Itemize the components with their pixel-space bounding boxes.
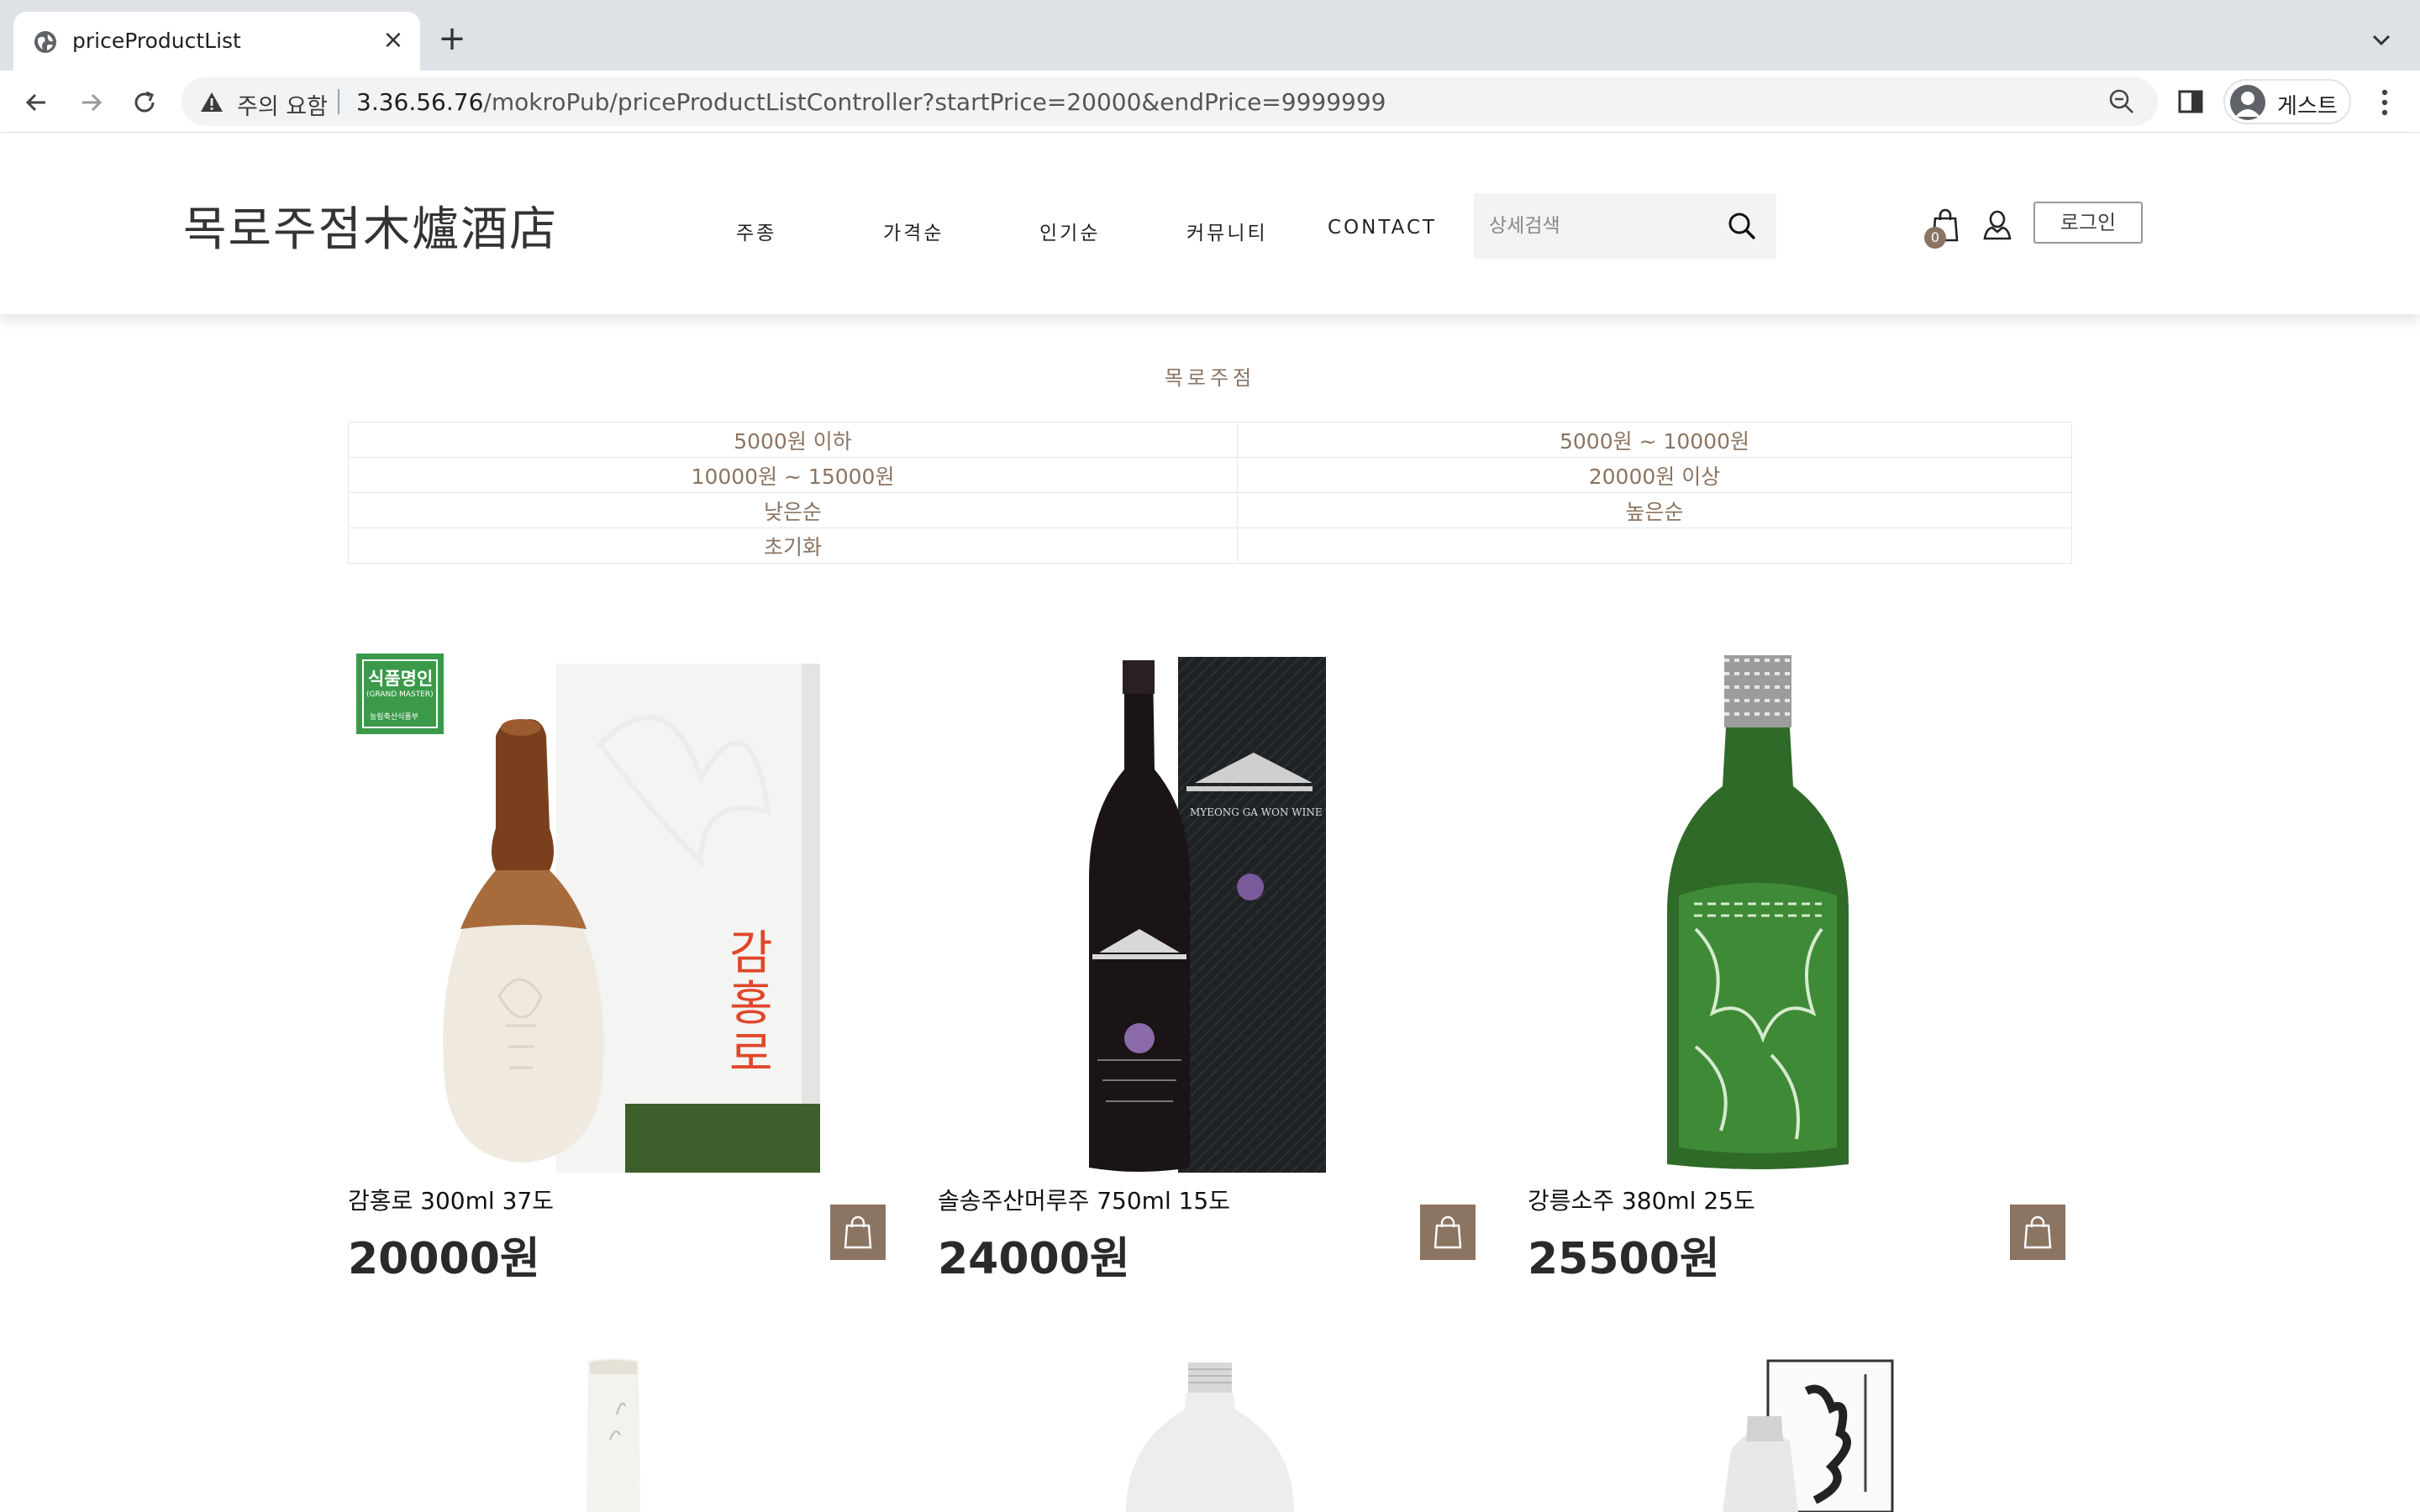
filter-10000-15000[interactable]: 10000원 ~ 15000원	[348, 457, 1238, 493]
login-button[interactable]: 로그인	[2033, 202, 2143, 244]
product-name[interactable]: 솔송주산머루주 750ml 15도	[938, 1183, 1230, 1216]
nav-item-liquor-type[interactable]: 주종	[736, 217, 776, 245]
nav-item-popular[interactable]: 인기순	[1039, 217, 1100, 245]
forward-arrow-icon[interactable]	[72, 84, 109, 121]
grand-master-badge-sub: (GRAND MASTER)	[366, 690, 434, 699]
table-row: 초기화	[348, 528, 2072, 564]
empty-cell	[1237, 528, 2072, 564]
site-header: 목로주점木爐酒店 주종 가격순 인기순 커뮤니티 CONTACT 0 로그인	[0, 133, 2420, 314]
profile-button[interactable]: 게스트	[2223, 79, 2351, 124]
product-image[interactable]	[348, 643, 886, 1173]
globe-icon	[34, 31, 56, 53]
product-price: 25500원	[1528, 1234, 1720, 1284]
more-vert-icon[interactable]	[2370, 86, 2400, 119]
nav-item-community[interactable]: 커뮤니티	[1186, 217, 1268, 245]
section-title: 목로주점	[1164, 366, 1256, 390]
browser-tabbar: priceProductList × +	[0, 0, 2420, 71]
back-arrow-icon[interactable]	[18, 84, 55, 121]
nav-item-price[interactable]: 가격순	[883, 217, 944, 245]
product-image[interactable]	[1528, 643, 2065, 1173]
search-icon[interactable]	[1726, 210, 1758, 242]
product-image[interactable]	[1706, 1357, 1907, 1512]
warning-icon[interactable]	[200, 91, 224, 113]
close-icon[interactable]: ×	[376, 24, 410, 57]
nav-item-contact[interactable]: CONTACT	[1328, 217, 1437, 239]
cart-count-badge: 0	[1924, 227, 1946, 249]
site-logo[interactable]: 목로주점木爐酒店	[183, 192, 558, 260]
product-label-text: 감홍로	[729, 927, 773, 1082]
shopping-bag-icon	[1434, 1215, 1462, 1249]
grand-master-badge: 식품명인	[368, 669, 434, 689]
divider	[338, 89, 339, 114]
product-card[interactable]: MYEONG GA WON WINE 솔송주산머루주 750ml 15도 240…	[938, 643, 1476, 1299]
add-to-cart-button[interactable]	[830, 1205, 886, 1260]
tab-title: priceProductList	[72, 29, 241, 53]
url-text[interactable]: 3.36.56.76/mokroPub/priceProductListCont…	[356, 88, 1386, 116]
table-row: 낮은순 높은순	[348, 492, 2072, 528]
add-to-cart-button[interactable]	[1420, 1205, 1476, 1260]
filter-under-5000[interactable]: 5000원 이하	[348, 422, 1238, 458]
sort-high-price[interactable]: 높은순	[1237, 492, 2072, 528]
plus-icon[interactable]: +	[434, 22, 471, 59]
profile-label: 게스트	[2277, 94, 2338, 119]
product-name[interactable]: 감홍로 300ml 37도	[348, 1183, 554, 1216]
search-input[interactable]	[1489, 208, 1716, 244]
address-bar[interactable]: 주의 요함 3.36.56.76/mokroPub/priceProductLi…	[182, 77, 2158, 126]
product-label-text: MYEONG GA WON WINE	[1190, 806, 1323, 818]
product-name[interactable]: 강릉소주 380ml 25도	[1528, 1183, 1755, 1216]
user-icon[interactable]	[1981, 207, 2013, 244]
sort-low-price[interactable]: 낮은순	[348, 492, 1238, 528]
table-row: 5000원 이하 5000원 ~ 10000원	[348, 422, 2072, 458]
browser-tab[interactable]: priceProductList ×	[13, 12, 420, 71]
product-image[interactable]	[1109, 1359, 1311, 1512]
product-image[interactable]	[555, 1356, 672, 1512]
product-price: 20000원	[348, 1234, 540, 1284]
zoom-icon[interactable]	[2107, 87, 2136, 116]
side-panel-icon[interactable]	[2176, 87, 2205, 116]
url-host: 3.36.56.76	[356, 88, 484, 116]
grand-master-badge-org: 농림축산식품부	[370, 713, 418, 722]
profile-icon	[2230, 85, 2265, 120]
chevron-down-icon[interactable]	[2366, 25, 2396, 55]
security-warning[interactable]: 주의 요함	[237, 88, 328, 121]
shopping-bag-icon	[2023, 1215, 2052, 1249]
url-path: /mokroPub/priceProductListController?sta…	[483, 88, 1386, 116]
filter-5000-10000[interactable]: 5000원 ~ 10000원	[1237, 422, 2072, 458]
table-row: 10000원 ~ 15000원 20000원 이상	[348, 457, 2072, 493]
reload-icon[interactable]	[126, 84, 163, 121]
product-image[interactable]	[938, 643, 1476, 1173]
product-card[interactable]: 강릉소주 380ml 25도 25500원	[1528, 643, 2065, 1299]
product-price: 24000원	[938, 1234, 1130, 1284]
add-to-cart-button[interactable]	[2010, 1205, 2065, 1260]
product-card[interactable]: 식품명인 (GRAND MASTER) 농림축산식품부 감홍로 감홍로 300m…	[348, 643, 886, 1299]
search-box	[1474, 193, 1776, 259]
browser-toolbar: 주의 요함 3.36.56.76/mokroPub/priceProductLi…	[0, 71, 2420, 133]
reset-filter[interactable]: 초기화	[348, 528, 1238, 564]
shopping-bag-icon	[844, 1215, 872, 1249]
price-filter-table: 5000원 이하 5000원 ~ 10000원 10000원 ~ 15000원 …	[348, 422, 2072, 564]
filter-over-20000[interactable]: 20000원 이상	[1237, 457, 2072, 493]
